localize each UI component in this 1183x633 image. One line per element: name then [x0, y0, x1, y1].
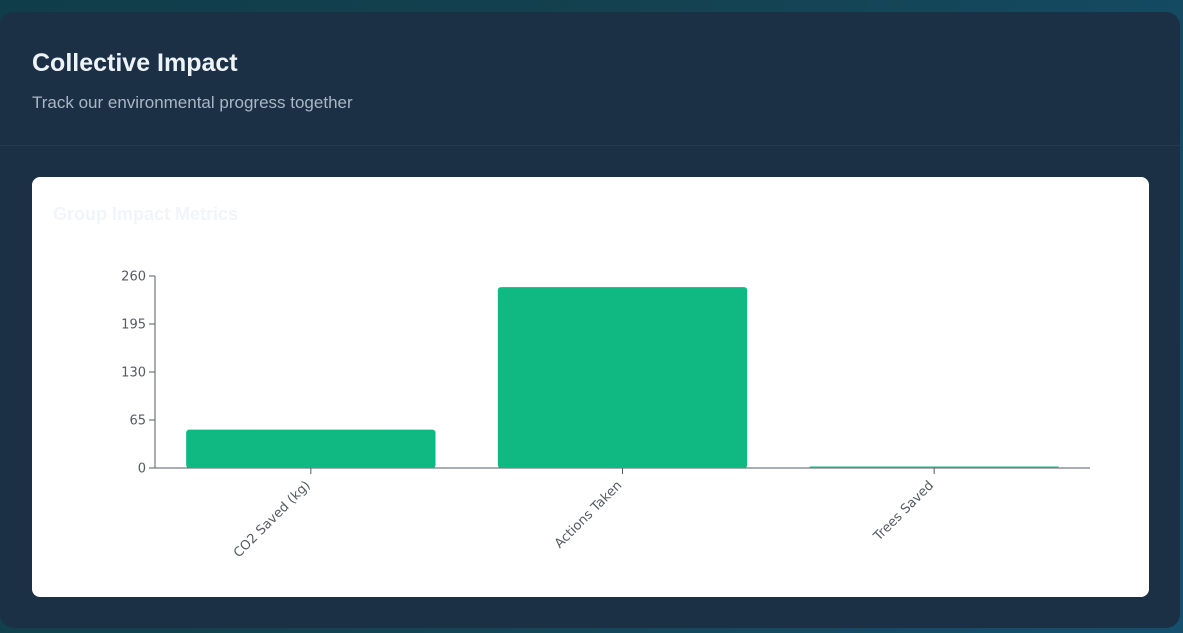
y-tick-label: 195: [121, 318, 146, 333]
bar-co2-saved-kg: [186, 429, 436, 468]
page-subtitle: Track our environmental progress togethe…: [32, 93, 353, 112]
y-tick-label: 130: [121, 366, 146, 381]
bar-chart: 0 65 130 195 260 CO2 Saved (kg) Actions Taken T…: [121, 270, 1090, 561]
y-tick-label: 0: [138, 462, 146, 477]
x-tick-label: Trees Saved: [870, 478, 937, 545]
y-tick-label: 65: [129, 414, 146, 429]
y-tick-label: 260: [121, 270, 146, 285]
page-title: Collective Impact: [32, 49, 238, 77]
card-header: Collective Impact Track our environmenta…: [0, 12, 1180, 146]
x-tick-label: Actions Taken: [552, 478, 625, 551]
chart-panel: Group Impact Metrics 0 65 130 195 260 CO2 Sav…: [32, 177, 1149, 597]
impact-card: Collective Impact Track our environmenta…: [0, 12, 1180, 628]
bar-trees-saved: [809, 466, 1059, 468]
bar-actions-taken: [497, 287, 748, 468]
x-tick-label: CO2 Saved (kg): [231, 478, 314, 561]
